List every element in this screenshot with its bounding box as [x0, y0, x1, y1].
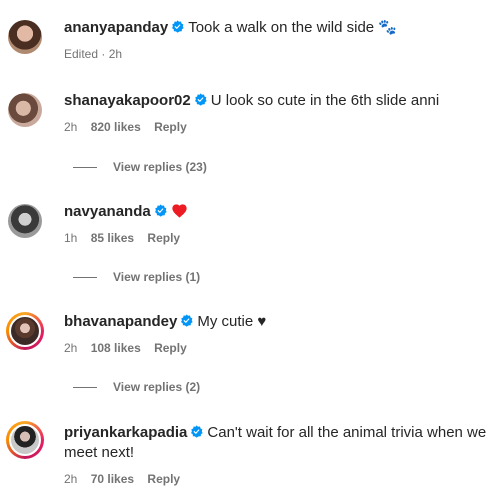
comment-username[interactable]: bhavanapandey	[64, 313, 177, 330]
red-heart-icon	[172, 204, 187, 218]
comment-timestamp: 2h	[64, 341, 78, 355]
avatar[interactable]	[8, 204, 42, 238]
avatar-image	[9, 315, 41, 347]
comment-timestamp: 1h	[64, 231, 78, 245]
likes-count[interactable]: 70 likes	[91, 472, 134, 486]
replies-divider	[73, 166, 97, 168]
verified-badge-icon	[194, 93, 207, 106]
comment-text: Took a walk on the wild side 🐾	[188, 19, 397, 36]
comment-username[interactable]: shanayakapoor02	[64, 92, 191, 109]
comment-timestamp: 2h	[64, 472, 78, 486]
reply-button[interactable]: Reply	[147, 472, 180, 486]
avatar-with-story-ring[interactable]	[6, 312, 44, 350]
likes-count[interactable]: 820 likes	[91, 120, 141, 134]
likes-count[interactable]: 85 likes	[91, 231, 134, 245]
view-replies-label: View replies (1)	[113, 270, 201, 284]
comment-text: My cutie ♥	[197, 313, 267, 330]
view-replies-button[interactable]: View replies (1)	[73, 270, 200, 284]
comment-username[interactable]: navyananda	[64, 203, 151, 220]
comment-username[interactable]: priyankarkapadia	[64, 424, 187, 441]
verified-badge-icon	[181, 314, 193, 327]
view-replies-label: View replies (2)	[113, 380, 201, 394]
comment-username[interactable]: ananyapanday	[64, 19, 168, 36]
comment-timestamp: 2h	[64, 120, 78, 134]
avatar[interactable]	[8, 20, 42, 54]
view-replies-button[interactable]: View replies (2)	[73, 380, 200, 394]
reply-button[interactable]: Reply	[154, 120, 187, 134]
comment-timestamp: Edited · 2h	[64, 47, 123, 61]
view-replies-label: View replies (23)	[113, 160, 207, 174]
verified-badge-icon	[191, 425, 204, 438]
view-replies-button[interactable]: View replies (23)	[73, 160, 207, 174]
reply-button[interactable]: Reply	[147, 231, 180, 245]
reply-button[interactable]: Reply	[154, 341, 187, 355]
avatar-image	[9, 424, 41, 456]
replies-divider	[73, 386, 97, 388]
likes-count[interactable]: 108 likes	[91, 341, 141, 355]
avatar-with-story-ring[interactable]	[6, 421, 44, 459]
replies-divider	[73, 276, 97, 278]
comment-text: U look so cute in the 6th slide anni	[210, 92, 440, 109]
avatar[interactable]	[8, 93, 42, 127]
verified-badge-icon	[154, 204, 167, 217]
verified-badge-icon	[172, 20, 184, 33]
